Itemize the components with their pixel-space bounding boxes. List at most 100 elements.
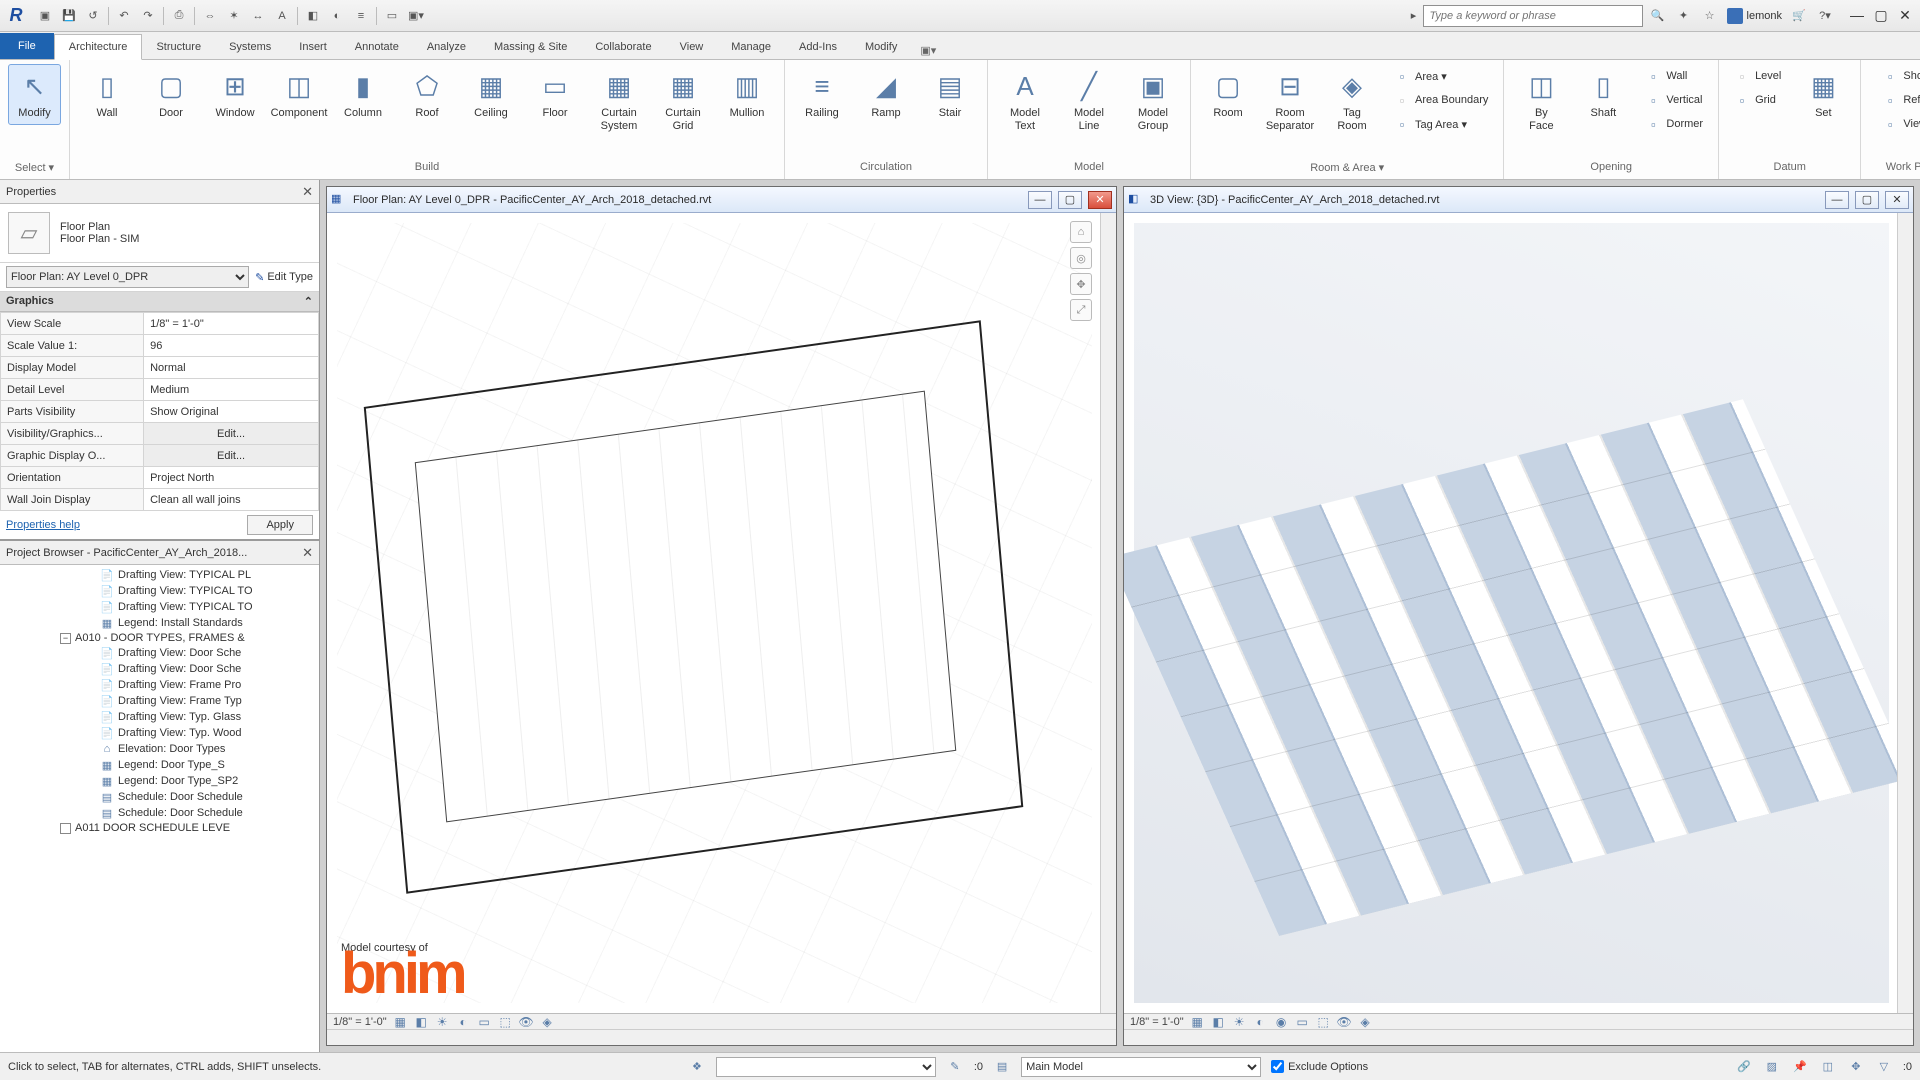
align-icon[interactable]: ✶	[225, 7, 243, 25]
workset-dropdown[interactable]	[716, 1057, 936, 1077]
exchange-icon[interactable]: 🛒	[1790, 7, 1808, 25]
navigation-bar[interactable]: ⌂ ◎ ✥ ⤢	[1068, 221, 1094, 321]
build-component-button[interactable]: ◫Component	[270, 64, 328, 125]
datum-set-button[interactable]: ▦Set	[1794, 64, 1852, 125]
prop-value[interactable]: Project North	[144, 467, 319, 489]
model-model-text-button[interactable]: AModelText	[996, 64, 1054, 137]
build-mullion-button[interactable]: ▥Mullion	[718, 64, 776, 125]
view-scale[interactable]: 1/8" = 1'-0"	[1130, 1016, 1184, 1028]
room-room-separator-button[interactable]: ⊟RoomSeparator	[1261, 64, 1319, 137]
3d-icon[interactable]: ◧	[304, 7, 322, 25]
select-face-icon[interactable]: ◫	[1819, 1058, 1837, 1076]
view-close-button[interactable]: ✕	[1088, 191, 1112, 209]
visual-style-icon[interactable]: ◧	[414, 1014, 429, 1029]
reveal-icon[interactable]: ◈	[1358, 1014, 1373, 1029]
tree-node[interactable]: 📄Drafting View: Typ. Glass	[0, 709, 319, 725]
prop-value[interactable]: 96	[144, 335, 319, 357]
room-tag-room-button[interactable]: ◈TagRoom	[1323, 64, 1381, 137]
hide-isolate-icon[interactable]: 👁	[519, 1014, 534, 1029]
measure-icon[interactable]: ⇔	[201, 7, 219, 25]
instance-selector[interactable]: Floor Plan: AY Level 0_DPR	[6, 266, 249, 288]
view-maximize-button[interactable]: ▢	[1855, 191, 1879, 209]
scrollbar-vertical[interactable]	[1897, 213, 1913, 1013]
tree-node[interactable]: A011 DOOR SCHEDULE LEVE	[0, 821, 319, 835]
tab-insert[interactable]: Insert	[285, 35, 341, 59]
datum-level-button[interactable]: ▫Level	[1727, 64, 1788, 88]
save-icon[interactable]: 💾	[60, 7, 78, 25]
room-area-boundary-button[interactable]: ▫Area Boundary	[1387, 88, 1495, 112]
room-tag-area--button[interactable]: ▫Tag Area ▾	[1387, 112, 1495, 136]
crop-region-icon[interactable]: ⬚	[498, 1014, 513, 1029]
home-icon[interactable]: ⌂	[1070, 221, 1092, 243]
model-model-group-button[interactable]: ▣ModelGroup	[1124, 64, 1182, 137]
tab-systems[interactable]: Systems	[215, 35, 285, 59]
tab-modify[interactable]: Modify	[851, 35, 911, 59]
zoom-icon[interactable]: ⤢	[1070, 299, 1092, 321]
pan-icon[interactable]: ✥	[1070, 273, 1092, 295]
tree-node[interactable]: ▦Legend: Door Type_SP2	[0, 773, 319, 789]
tree-node[interactable]: 📄Drafting View: Door Sche	[0, 661, 319, 677]
tree-node[interactable]: 📄Drafting View: TYPICAL TO	[0, 583, 319, 599]
opening-by-face-button[interactable]: ◫ByFace	[1512, 64, 1570, 137]
render-icon[interactable]: ◉	[1274, 1014, 1289, 1029]
drag-icon[interactable]: ✥	[1847, 1058, 1865, 1076]
room-room-button[interactable]: ▢Room	[1199, 64, 1257, 137]
workplane-show-button[interactable]: ▫Show	[1875, 64, 1920, 88]
properties-help-link[interactable]: Properties help	[6, 519, 80, 531]
select-links-icon[interactable]: 🔗	[1735, 1058, 1753, 1076]
circ-ramp-button[interactable]: ◢Ramp	[857, 64, 915, 125]
room-area--button[interactable]: ▫Area ▾	[1387, 64, 1495, 88]
prop-value[interactable]: Medium	[144, 379, 319, 401]
tab-view[interactable]: View	[666, 35, 718, 59]
scrollbar-vertical[interactable]	[1100, 213, 1116, 1013]
floor-plan-canvas[interactable]: ⌂◎✥⤢ Model courtesy of bnim	[327, 213, 1116, 1013]
opening-shaft-button[interactable]: ▯Shaft	[1574, 64, 1632, 137]
prop-edit-button[interactable]: Edit...	[144, 445, 319, 467]
project-browser-tree[interactable]: 📄Drafting View: TYPICAL PL📄Drafting View…	[0, 565, 319, 1052]
select-underlay-icon[interactable]: ▨	[1763, 1058, 1781, 1076]
detail-level-icon[interactable]: ▦	[393, 1014, 408, 1029]
minimize-button[interactable]: —	[1848, 7, 1866, 24]
view-minimize-button[interactable]: —	[1028, 191, 1052, 209]
open-icon[interactable]: ▣	[36, 7, 54, 25]
prop-value[interactable]: 1/8" = 1'-0"	[144, 313, 319, 335]
tree-node[interactable]: ▦Legend: Door Type_S	[0, 757, 319, 773]
tree-node[interactable]: 📄Drafting View: Frame Pro	[0, 677, 319, 693]
design-options-icon[interactable]: ▤	[993, 1058, 1011, 1076]
3d-canvas[interactable]	[1124, 213, 1913, 1013]
workplane-viewer-button[interactable]: ▫Viewer	[1875, 112, 1920, 136]
select-panel-label[interactable]: Select ▾	[8, 159, 61, 177]
visual-style-icon[interactable]: ◧	[1211, 1014, 1226, 1029]
wheel-icon[interactable]: ◎	[1070, 247, 1092, 269]
opening-dormer-button[interactable]: ▫Dormer	[1638, 112, 1710, 136]
room-area-panel-label[interactable]: Room & Area ▾	[1199, 159, 1495, 177]
prop-edit-button[interactable]: Edit...	[144, 423, 319, 445]
tab-collaborate[interactable]: Collaborate	[581, 35, 665, 59]
undo-icon[interactable]: ↶	[115, 7, 133, 25]
print-icon[interactable]: ⎙	[170, 7, 188, 25]
edit-type-button[interactable]: ✎ Edit Type	[255, 271, 313, 284]
workset-icon[interactable]: ❖	[688, 1058, 706, 1076]
tree-node[interactable]: 📄Drafting View: TYPICAL PL	[0, 567, 319, 583]
shadows-icon[interactable]: ◐	[1253, 1014, 1268, 1029]
opening-vertical-button[interactable]: ▫Vertical	[1638, 88, 1710, 112]
tree-node[interactable]: 📄Drafting View: Frame Typ	[0, 693, 319, 709]
tree-node[interactable]: ▦Legend: Install Standards	[0, 615, 319, 631]
opening-wall-button[interactable]: ▫Wall	[1638, 64, 1710, 88]
switch-windows-icon[interactable]: ▣▾	[407, 7, 425, 25]
sun-path-icon[interactable]: ☀	[1232, 1014, 1247, 1029]
search-icon[interactable]: 🔍	[1649, 7, 1667, 25]
tab-analyze[interactable]: Analyze	[413, 35, 480, 59]
tree-node[interactable]: 📄Drafting View: Door Sche	[0, 645, 319, 661]
build-floor-button[interactable]: ▭Floor	[526, 64, 584, 125]
properties-close-icon[interactable]: ✕	[302, 184, 313, 200]
editable-only-icon[interactable]: ✎	[946, 1058, 964, 1076]
view-scale[interactable]: 1/8" = 1'-0"	[333, 1016, 387, 1028]
build-curtain-system-button[interactable]: ▦CurtainSystem	[590, 64, 648, 137]
view-close-button[interactable]: ✕	[1885, 191, 1909, 209]
tree-node[interactable]: ▤Schedule: Door Schedule	[0, 805, 319, 821]
circ-stair-button[interactable]: ▤Stair	[921, 64, 979, 125]
circ-railing-button[interactable]: ≡Railing	[793, 64, 851, 125]
workplane-ref-plane-button[interactable]: ▫Ref Plane	[1875, 88, 1920, 112]
prop-value[interactable]: Clean all wall joins	[144, 489, 319, 511]
